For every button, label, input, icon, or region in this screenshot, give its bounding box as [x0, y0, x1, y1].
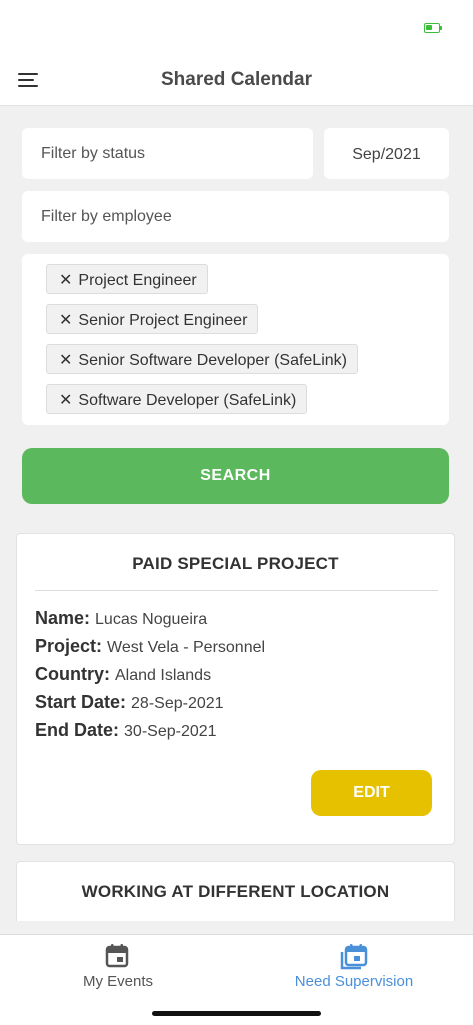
edit-button[interactable]: EDIT — [311, 770, 432, 816]
detail-value: Lucas Nogueira — [95, 611, 208, 628]
detail-label: Project: — [35, 636, 103, 656]
calendar-icon — [105, 944, 129, 968]
detail-row-country: Country: Aland Islands — [35, 664, 211, 685]
detail-label: End Date: — [35, 720, 120, 740]
close-icon[interactable]: ✕ — [59, 272, 72, 289]
detail-row-end-date: End Date: 30-Sep-2021 — [35, 720, 217, 741]
close-icon[interactable]: ✕ — [59, 312, 72, 329]
status-filter-input[interactable]: Filter by status — [22, 128, 313, 179]
calendar-stack-icon — [340, 944, 368, 970]
battery-tip — [440, 26, 442, 30]
page-title: Shared Calendar — [161, 69, 312, 90]
detail-value: Aland Islands — [115, 667, 212, 684]
event-card-title: PAID SPECIAL PROJECT — [132, 554, 339, 573]
event-card: PAID SPECIAL PROJECT Name: Lucas Nogueira… — [16, 533, 455, 845]
role-tag-label: Project Engineer — [78, 272, 197, 289]
role-tag-label: Senior Project Engineer — [78, 312, 248, 329]
detail-label: Start Date: — [35, 692, 127, 712]
role-tag[interactable]: ✕ Software Developer (SafeLink) — [46, 384, 308, 414]
detail-label: Country: — [35, 664, 110, 684]
battery-icon — [424, 23, 440, 33]
employee-filter-input[interactable]: Filter by employee — [22, 191, 449, 242]
detail-value: 30-Sep-2021 — [124, 723, 217, 740]
month-picker[interactable]: Sep/2021 — [324, 128, 449, 179]
role-tags-container[interactable]: ✕ Project Engineer ✕ Senior Project Engine… — [22, 254, 449, 425]
card-divider — [35, 590, 438, 591]
close-icon[interactable]: ✕ — [59, 392, 72, 409]
role-tag-label: Senior Software Developer (SafeLink) — [78, 352, 347, 369]
role-tag[interactable]: ✕ Project Engineer — [46, 264, 208, 294]
status-bar — [0, 0, 473, 55]
detail-row-name: Name: Lucas Nogueira — [35, 608, 207, 629]
detail-row-project: Project: West Vela - Personnel — [35, 636, 265, 657]
role-tag[interactable]: ✕ Senior Project Engineer — [46, 304, 259, 334]
event-card: WORKING AT DIFFERENT LOCATION — [16, 861, 455, 921]
home-indicator — [152, 1011, 321, 1016]
close-icon[interactable]: ✕ — [59, 352, 72, 369]
detail-row-start-date: Start Date: 28-Sep-2021 — [35, 692, 224, 713]
detail-label: Name: — [35, 608, 91, 628]
event-card-title: WORKING AT DIFFERENT LOCATION — [81, 882, 390, 901]
app-header: Shared Calendar — [0, 55, 473, 106]
tab-need-supervision[interactable]: Need Supervision — [236, 935, 472, 995]
detail-value: West Vela - Personnel — [107, 639, 266, 656]
tab-label: My Events — [82, 973, 154, 990]
tab-label: Need Supervision — [294, 973, 414, 990]
role-tag[interactable]: ✕ Senior Software Developer (SafeLink) — [46, 344, 358, 374]
bottom-tab-bar: My Events Need Supervision — [0, 934, 473, 1025]
role-tag-label: Software Developer (SafeLink) — [78, 392, 297, 409]
detail-value: 28-Sep-2021 — [131, 695, 224, 712]
search-button[interactable]: SEARCH — [22, 448, 449, 504]
tab-my-events[interactable]: My Events — [0, 935, 236, 995]
